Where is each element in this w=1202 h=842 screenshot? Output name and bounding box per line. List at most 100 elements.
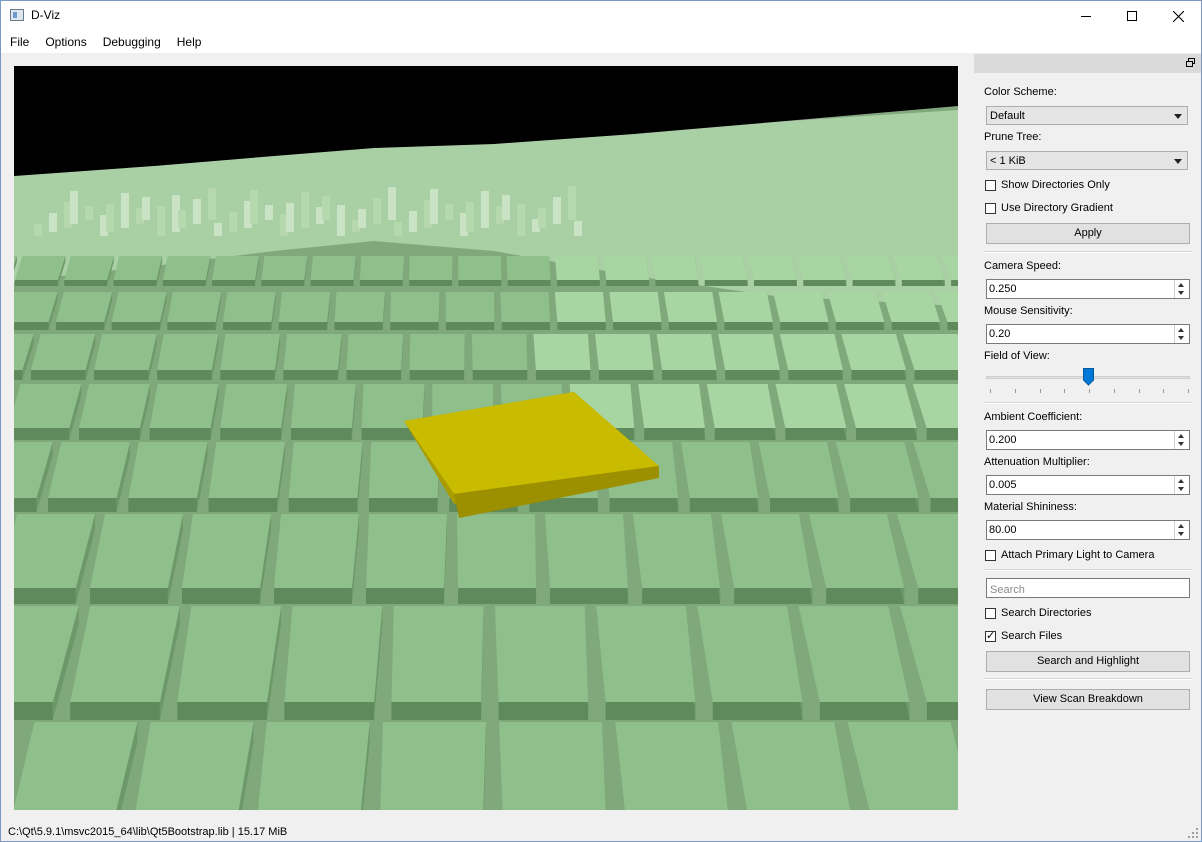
treemap-block-side	[14, 428, 70, 440]
treemap-block-side	[947, 322, 958, 330]
treemap-block	[545, 514, 629, 588]
ambient-coefficient-spinbox[interactable]: 0.200	[986, 430, 1190, 450]
treemap-block	[506, 256, 551, 280]
treemap-block	[844, 384, 917, 428]
treemap-block	[220, 384, 288, 428]
treemap-block-side	[598, 370, 654, 380]
treemap-block	[841, 334, 907, 370]
treemap-block-side	[220, 370, 275, 380]
window-title: D-Viz	[31, 8, 61, 22]
treemap-block	[288, 442, 363, 498]
spin-down-icon[interactable]	[1178, 291, 1184, 295]
minimize-button[interactable]	[1063, 1, 1109, 31]
treemap-block-side	[290, 428, 352, 440]
far-block	[301, 192, 309, 228]
material-shininess-spinbox[interactable]: 80.00	[986, 520, 1190, 540]
mouse-sensitivity-spinbox[interactable]: 0.20	[986, 324, 1190, 344]
treemap-block-side	[901, 280, 945, 286]
treemap-block-side	[613, 322, 662, 330]
spin-arrows[interactable]	[1174, 325, 1189, 343]
spin-up-icon[interactable]	[1178, 434, 1184, 438]
attach-light-checkbox[interactable]: Attach Primary Light to Camera	[985, 548, 1154, 562]
treemap-block	[595, 334, 654, 370]
menu-help[interactable]: Help	[169, 31, 210, 53]
color-scheme-label: Color Scheme:	[984, 86, 1057, 98]
treemap-block-side	[273, 588, 352, 604]
3d-treemap-viewport[interactable]	[14, 66, 958, 810]
maximize-button[interactable]	[1109, 1, 1155, 31]
far-block	[178, 210, 186, 228]
resize-grip-icon[interactable]	[1188, 828, 1199, 839]
apply-button[interactable]: Apply	[986, 223, 1190, 244]
checkbox-box[interactable]	[985, 179, 996, 191]
show-directories-only-checkbox[interactable]: Show Directories Only	[985, 178, 1110, 192]
spin-down-icon[interactable]	[1178, 336, 1184, 340]
checkbox-box[interactable]	[985, 549, 996, 561]
search-input[interactable]	[986, 578, 1190, 598]
use-directory-gradient-checkbox[interactable]: Use Directory Gradient	[985, 201, 1113, 215]
spin-up-icon[interactable]	[1178, 328, 1184, 332]
treemap-block	[290, 384, 356, 428]
treemap-block	[748, 256, 797, 280]
spin-arrows[interactable]	[1174, 431, 1189, 449]
spin-up-icon[interactable]	[1178, 283, 1184, 287]
treemap-block	[718, 334, 780, 370]
checkbox-box[interactable]	[985, 629, 996, 643]
treemap-block	[651, 256, 699, 280]
menu-file[interactable]: File	[1, 31, 37, 53]
menu-debugging[interactable]: Debugging	[95, 31, 169, 53]
spin-down-icon[interactable]	[1178, 442, 1184, 446]
camera-speed-label: Camera Speed:	[984, 260, 1062, 272]
treemap-block	[128, 442, 208, 498]
treemap-block	[656, 334, 717, 370]
spin-arrows[interactable]	[1174, 280, 1189, 298]
treemap-block-side	[14, 498, 37, 512]
treemap-block-side	[780, 322, 829, 330]
search-and-highlight-button[interactable]: Search and Highlight	[986, 651, 1190, 672]
spin-up-icon[interactable]	[1178, 479, 1184, 483]
float-dock-icon[interactable]	[1186, 58, 1195, 67]
far-block	[157, 206, 165, 236]
treemap-block	[697, 606, 803, 702]
treemap-block-side	[788, 370, 843, 380]
checkbox-box[interactable]	[985, 202, 996, 214]
treemap-block	[283, 334, 342, 370]
treemap-block-side	[642, 588, 721, 604]
spin-arrows[interactable]	[1174, 521, 1189, 539]
search-directories-checkbox[interactable]: Search Directories	[985, 606, 1091, 620]
treemap-block	[346, 334, 404, 370]
search-files-checkbox[interactable]: Search Files	[985, 629, 1062, 643]
treemap-block-side	[212, 280, 255, 286]
treemap-block-side	[409, 370, 465, 380]
treemap-block-side	[951, 280, 958, 286]
camera-speed-spinbox[interactable]: 0.250	[986, 279, 1190, 299]
view-scan-breakdown-button[interactable]: View Scan Breakdown	[986, 689, 1190, 710]
slider-handle[interactable]	[1082, 368, 1094, 386]
treemap-block	[359, 256, 405, 280]
slider-tick	[1138, 389, 1140, 393]
treemap-block	[773, 292, 829, 322]
treemap-block	[409, 334, 465, 370]
prune-tree-select[interactable]: < 1 KiB	[986, 151, 1188, 170]
spin-down-icon[interactable]	[1178, 532, 1184, 536]
treemap-scene[interactable]	[14, 66, 958, 810]
close-button[interactable]	[1155, 1, 1201, 31]
slider-tick	[990, 389, 991, 393]
checkbox-box[interactable]	[985, 607, 996, 619]
treemap-block	[55, 292, 113, 322]
attenuation-multiplier-spinbox[interactable]: 0.005	[986, 475, 1190, 495]
treemap-block-side	[507, 280, 551, 286]
treemap-block	[48, 442, 131, 498]
treemap-block-side	[89, 588, 168, 604]
spin-down-icon[interactable]	[1178, 487, 1184, 491]
treemap-block	[680, 442, 759, 498]
treemap-block	[261, 256, 308, 280]
far-block	[34, 224, 42, 236]
attenuation-multiplier-value: 0.005	[989, 479, 1017, 491]
spin-arrows[interactable]	[1174, 476, 1189, 494]
spin-up-icon[interactable]	[1178, 524, 1184, 528]
menu-options[interactable]: Options	[37, 31, 94, 53]
slider-tick	[1089, 389, 1090, 393]
treemap-block	[718, 292, 773, 322]
color-scheme-select[interactable]: Default	[986, 106, 1188, 125]
